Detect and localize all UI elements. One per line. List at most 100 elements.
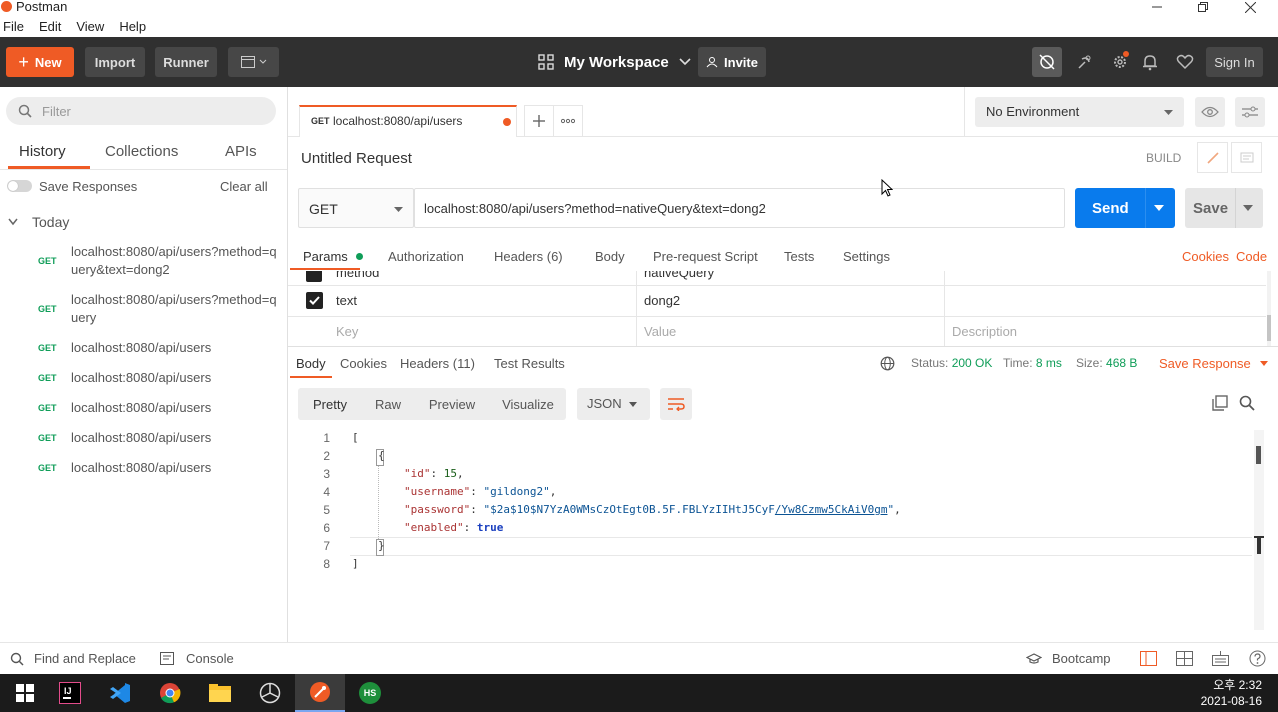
method-select[interactable]: GET	[298, 188, 414, 228]
params-scrollbar[interactable]	[1267, 271, 1271, 346]
import-button[interactable]: Import	[85, 47, 145, 77]
globe-icon[interactable]	[880, 356, 895, 371]
tab-pre-request-script[interactable]: Pre-request Script	[653, 249, 758, 264]
size-indicator: Size: 468 B	[1076, 356, 1138, 370]
tab-tests[interactable]: Tests	[784, 249, 814, 264]
sidebar: Filter History Collections APIs Save Res…	[0, 87, 288, 642]
settings-gear-icon[interactable]	[1105, 47, 1135, 77]
value-input[interactable]: Value	[644, 324, 676, 339]
history-item[interactable]: GET localhost:8080/api/users?method=quer…	[0, 291, 287, 329]
checkbox[interactable]	[306, 271, 322, 282]
history-item[interactable]: GET localhost:8080/api/users	[0, 459, 287, 479]
checkbox[interactable]	[306, 292, 323, 309]
find-replace-button[interactable]: Find and Replace	[10, 651, 136, 666]
check-icon	[309, 296, 320, 305]
tab-collections[interactable]: Collections	[105, 143, 178, 160]
add-tab-button[interactable]	[524, 105, 554, 137]
tab-response-headers[interactable]: Headers (11)	[400, 356, 475, 371]
request-name[interactable]: Untitled Request	[301, 150, 412, 167]
menu-edit[interactable]: Edit	[36, 19, 67, 34]
tab-request[interactable]: GET localhost:8080/api/users	[299, 105, 517, 137]
layout-icon[interactable]	[1176, 651, 1193, 666]
copy-icon[interactable]	[1212, 395, 1228, 411]
invite-button[interactable]: Invite	[698, 47, 766, 77]
tab-history[interactable]: History	[19, 143, 66, 160]
menu-view[interactable]: View	[73, 19, 110, 34]
preview-button[interactable]: Preview	[418, 388, 486, 420]
restore-button[interactable]	[1180, 0, 1226, 14]
history-item[interactable]: GET localhost:8080/api/users	[0, 429, 287, 449]
clear-all-link[interactable]: Clear all	[220, 179, 268, 194]
history-item[interactable]: GET localhost:8080/api/users	[0, 339, 287, 359]
format-select[interactable]: JSON	[577, 388, 650, 420]
bell-icon[interactable]	[1135, 47, 1165, 77]
bootcamp-button[interactable]: Bootcamp	[1026, 651, 1111, 666]
tab-params[interactable]: Params	[303, 249, 364, 264]
code-line: 7}	[323, 539, 385, 553]
tab-response-body[interactable]: Body	[296, 356, 326, 371]
save-button[interactable]: Save	[1185, 188, 1263, 228]
two-pane-icon[interactable]	[1140, 651, 1157, 666]
workspace-selector[interactable]: My Workspace	[538, 51, 691, 73]
save-response-button[interactable]: Save Response	[1159, 356, 1269, 371]
more-tabs-button[interactable]	[553, 105, 583, 137]
filter-input[interactable]: Filter	[6, 97, 276, 125]
visualize-button[interactable]: Visualize	[494, 388, 562, 420]
satellite-icon[interactable]	[1070, 47, 1100, 77]
help-icon[interactable]	[1249, 650, 1266, 667]
close-window-button[interactable]	[1227, 0, 1273, 14]
group-today[interactable]: Today	[8, 214, 69, 230]
minimize-button[interactable]	[1134, 0, 1180, 14]
key-input[interactable]: Key	[336, 324, 358, 339]
console-button[interactable]: Console	[160, 651, 234, 666]
runner-button[interactable]: Runner	[155, 47, 217, 77]
environment-select[interactable]: No Environment	[975, 97, 1184, 127]
url-input[interactable]: localhost:8080/api/users?method=nativeQu…	[414, 188, 1065, 228]
sign-in-button[interactable]: Sign In	[1206, 47, 1263, 77]
history-item[interactable]: GET localhost:8080/api/users	[0, 399, 287, 419]
new-button[interactable]: + New	[6, 47, 74, 77]
tab-body[interactable]: Body	[595, 249, 625, 264]
search-icon[interactable]	[1239, 395, 1255, 411]
new-window-button[interactable]	[228, 47, 279, 77]
heart-icon[interactable]	[1170, 47, 1200, 77]
file-explorer-icon[interactable]	[195, 674, 245, 712]
app-icon[interactable]	[245, 674, 295, 712]
send-button[interactable]: Send	[1075, 188, 1175, 228]
tab-authorization[interactable]: Authorization	[388, 249, 464, 264]
sliders-icon[interactable]	[1235, 97, 1265, 127]
sync-off-icon[interactable]	[1032, 47, 1062, 77]
tab-response-cookies[interactable]: Cookies	[340, 356, 387, 371]
vscode-icon[interactable]	[95, 674, 145, 712]
system-clock[interactable]: 오후 2:32 2021-08-16	[1201, 677, 1262, 709]
build-mode-label[interactable]: BUILD	[1146, 151, 1181, 165]
windows-start-icon[interactable]	[0, 674, 50, 712]
save-responses-toggle[interactable]	[7, 180, 32, 192]
keyboard-icon[interactable]	[1212, 650, 1229, 666]
history-item[interactable]: GET localhost:8080/api/users	[0, 369, 287, 389]
caret-down-icon	[1260, 361, 1269, 366]
wrap-lines-icon[interactable]	[660, 388, 692, 420]
pencil-icon[interactable]	[1197, 142, 1228, 173]
tab-apis[interactable]: APIs	[225, 143, 257, 160]
response-scrollbar[interactable]	[1254, 430, 1264, 630]
raw-button[interactable]: Raw	[363, 388, 413, 420]
history-item[interactable]: GET localhost:8080/api/users?method=quer…	[0, 243, 287, 281]
taskbar: IJ HS 오후 2:32 2021-08-16	[0, 674, 1278, 712]
description-input[interactable]: Description	[952, 324, 1017, 339]
password-link[interactable]: /Yw8Czmw5CkAiV0gm	[775, 503, 888, 516]
menu-file[interactable]: File	[0, 19, 30, 34]
comment-icon[interactable]	[1231, 142, 1262, 173]
hs-app-icon[interactable]: HS	[345, 674, 395, 712]
menu-help[interactable]: Help	[116, 19, 152, 34]
intellij-icon[interactable]: IJ	[45, 674, 95, 712]
tab-headers[interactable]: Headers (6)	[494, 249, 563, 264]
pretty-button[interactable]: Pretty	[300, 388, 360, 420]
code-link[interactable]: Code	[1236, 249, 1267, 264]
postman-taskbar-icon[interactable]	[295, 674, 345, 712]
chrome-icon[interactable]	[145, 674, 195, 712]
tab-settings[interactable]: Settings	[843, 249, 890, 264]
tab-test-results[interactable]: Test Results	[494, 356, 565, 371]
cookies-link[interactable]: Cookies	[1182, 249, 1229, 264]
eye-icon[interactable]	[1195, 97, 1225, 127]
